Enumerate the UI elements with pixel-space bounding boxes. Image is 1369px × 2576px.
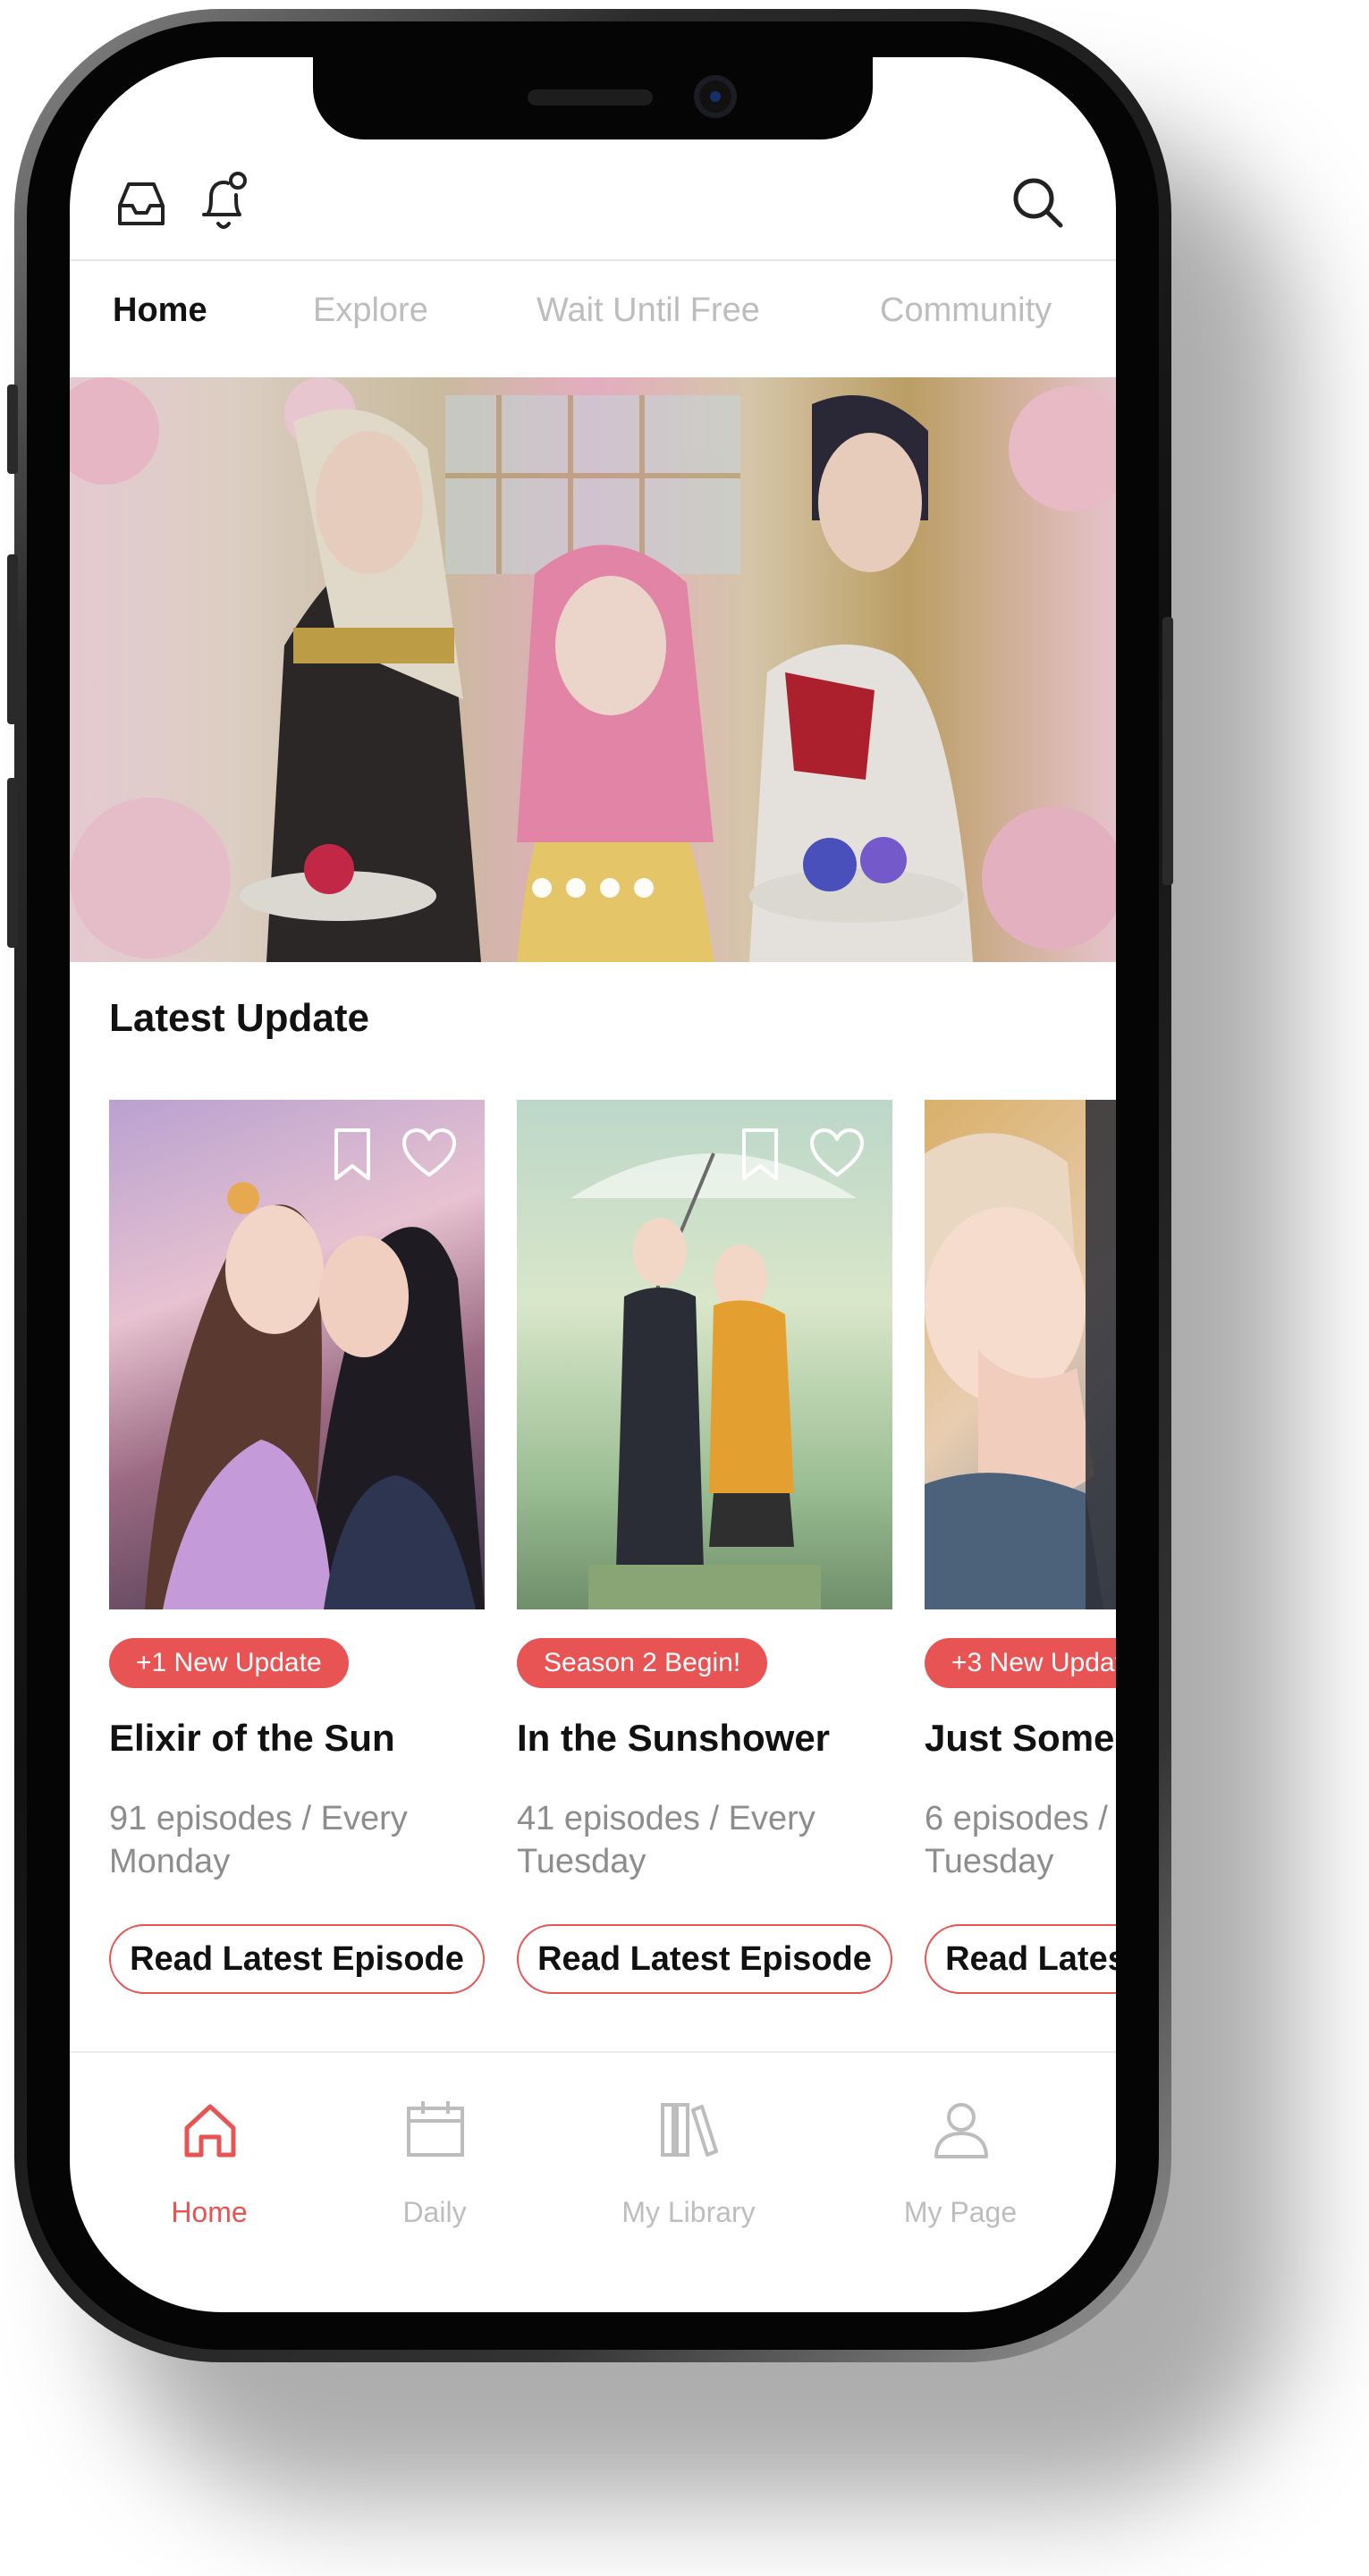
inbox-icon[interactable] [113, 175, 170, 232]
action-button [7, 384, 18, 474]
nav-label: My Library [621, 2196, 756, 2228]
app-screen: Home Explore Wait Until Free Community L… [70, 57, 1116, 2312]
carousel-dot[interactable] [566, 878, 586, 898]
calendar-icon [407, 2101, 464, 2157]
comic-title[interactable]: Just Someone [925, 1717, 1116, 1760]
volume-down-button [7, 778, 18, 948]
bottom-nav: Home Daily My Library My Page [70, 2053, 1116, 2312]
speaker [528, 89, 653, 106]
nav-label: Home [171, 2196, 248, 2228]
comic-title[interactable]: Elixir of the Sun [109, 1717, 395, 1760]
notch [313, 57, 873, 139]
front-camera [694, 75, 737, 118]
hero-banner[interactable] [70, 377, 1116, 962]
comic-meta: 91 episodes / Every Monday [109, 1800, 408, 1880]
user-icon [934, 2103, 988, 2158]
update-badge: +1 New Update [109, 1638, 349, 1688]
update-badge: Season 2 Begin! [517, 1638, 768, 1688]
comic-cover[interactable] [517, 1100, 892, 1609]
power-button [1162, 617, 1173, 885]
section-title-latest-update: Latest Update [109, 996, 369, 1040]
latest-update-carousel: +1 New Update Elixir of the Sun 91 episo… [70, 1100, 1116, 2030]
carousel-indicators [70, 878, 1116, 902]
top-divider [70, 259, 1116, 261]
comic-cover[interactable] [925, 1100, 1116, 1609]
volume-up-button [7, 554, 18, 724]
hero-illustration [70, 377, 1116, 962]
nav-label: My Page [903, 2196, 1018, 2228]
read-latest-episode-button[interactable]: Read Latest Episode [517, 1924, 892, 1994]
carousel-dot[interactable] [600, 878, 620, 898]
heart-icon[interactable] [808, 1127, 866, 1180]
tab-home[interactable]: Home [113, 291, 207, 330]
heart-icon[interactable] [401, 1127, 458, 1180]
cover-art [925, 1100, 1116, 1609]
home-icon [184, 2104, 236, 2158]
carousel-dot[interactable] [634, 878, 654, 898]
carousel-dot[interactable] [532, 878, 552, 898]
read-latest-episode-button[interactable]: Read Latest Episode [109, 1924, 485, 1994]
notification-bell-icon[interactable] [195, 168, 252, 236]
tab-community[interactable]: Community [880, 291, 1052, 330]
tab-explore[interactable]: Explore [313, 291, 428, 330]
update-badge: +3 New Updates [925, 1638, 1116, 1688]
search-icon[interactable] [1009, 173, 1066, 231]
library-icon [661, 2103, 718, 2157]
tab-wait-until-free[interactable]: Wait Until Free [537, 291, 760, 330]
top-bar [70, 165, 1116, 254]
bookmark-icon[interactable] [331, 1127, 374, 1184]
comic-meta: 6 episodes / Every Tuesday [925, 1800, 1116, 1880]
read-latest-episode-button[interactable]: Read Latest Episode [925, 1924, 1116, 1994]
main-tabs: Home Explore Wait Until Free Community [70, 291, 1116, 354]
bookmark-icon[interactable] [739, 1127, 782, 1184]
comic-title[interactable]: In the Sunshower [517, 1717, 830, 1760]
comic-meta: 41 episodes / Every Tuesday [517, 1800, 815, 1880]
nav-label: Daily [402, 2196, 467, 2228]
comic-cover[interactable] [109, 1100, 485, 1609]
